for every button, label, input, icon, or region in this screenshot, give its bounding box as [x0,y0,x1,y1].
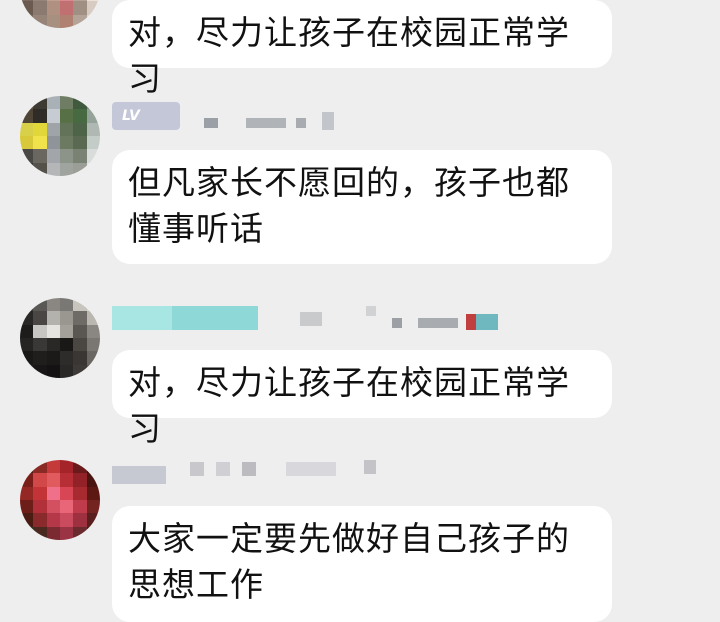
avatar[interactable] [20,96,100,176]
avatar[interactable] [20,0,100,28]
message-bubble[interactable]: 但凡家长不愿回的，孩子也都懂事听话 [112,150,612,264]
avatar[interactable] [20,460,100,540]
message-bubble[interactable]: 对，尽力让孩子在校园正常学习 [112,350,612,448]
message-bubble[interactable]: 大家一定要先做好自己孩子的思想工作 [112,506,612,622]
message-text: 对，尽力让孩子在校园正常学习 [128,13,570,98]
level-badge: LV [112,102,180,130]
message-text: 大家一定要先做好自己孩子的思想工作 [128,519,570,604]
message-text: 但凡家长不愿回的，孩子也都懂事听话 [128,163,570,248]
message-bubble[interactable]: 对，尽力让孩子在校园正常学习 [112,0,612,98]
avatar[interactable] [20,298,100,378]
message-text: 对，尽力让孩子在校园正常学习 [128,363,570,448]
